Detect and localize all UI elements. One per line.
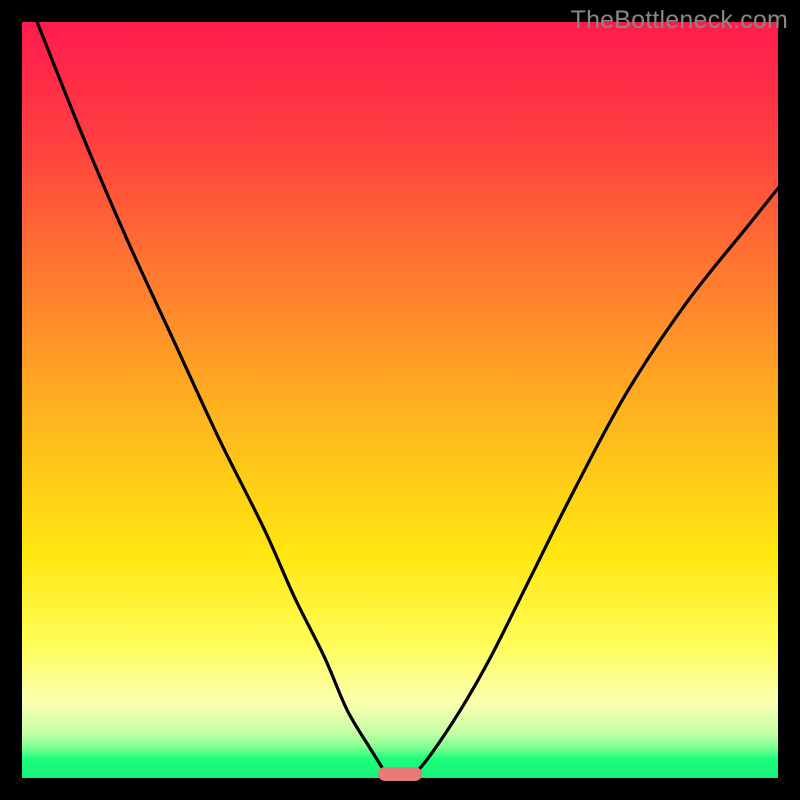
curve-right-branch <box>411 188 778 778</box>
watermark-text: TheBottleneck.com <box>571 6 788 35</box>
chart-frame: TheBottleneck.com <box>0 0 800 800</box>
chart-curve <box>22 22 778 778</box>
plot-area <box>22 22 778 778</box>
curve-left-branch <box>37 22 389 778</box>
bottleneck-marker <box>378 767 422 781</box>
